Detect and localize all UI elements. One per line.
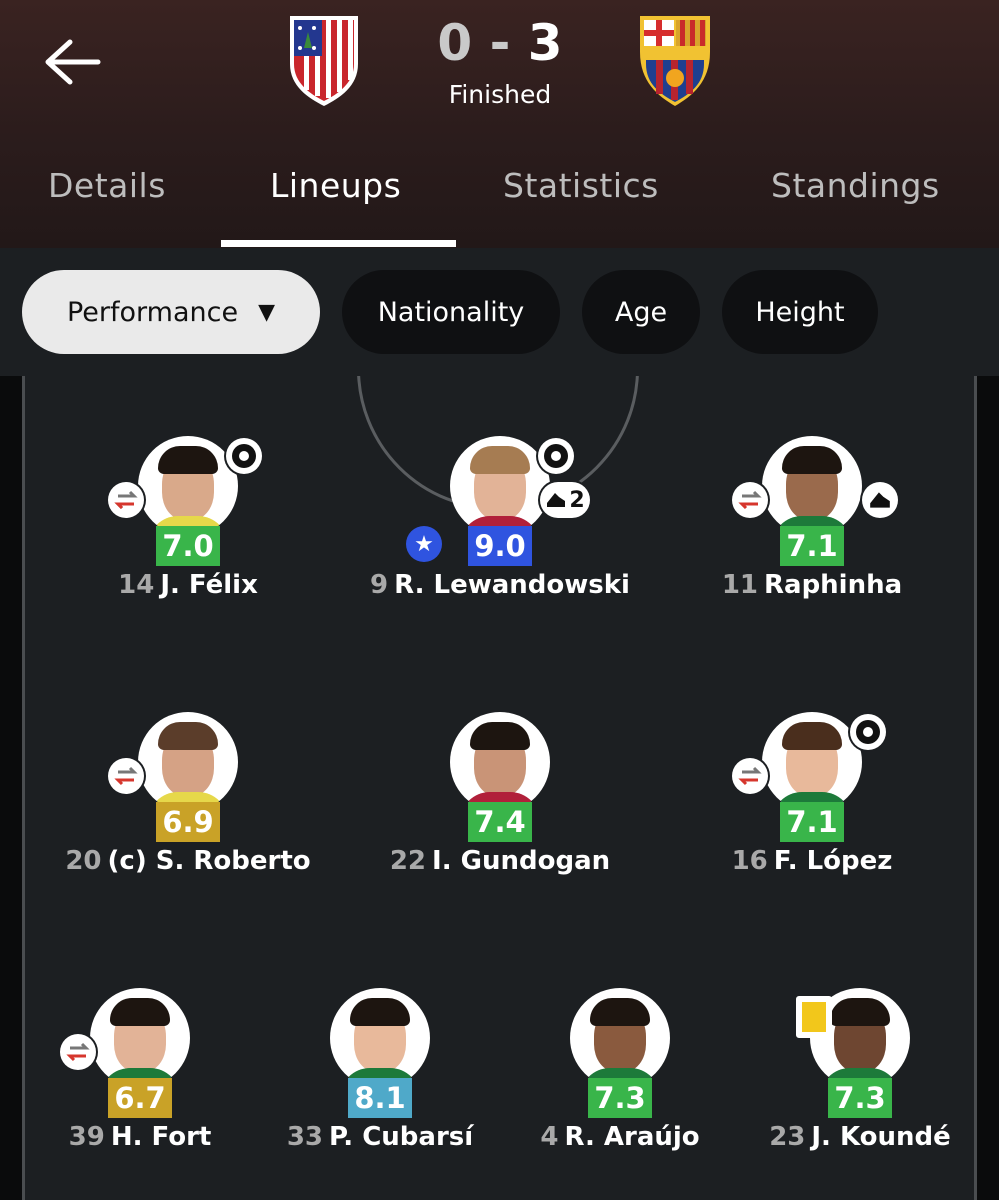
rating-badge: 7.0 (156, 526, 220, 566)
assist-count: 2 (569, 487, 585, 513)
substitution-icon (732, 482, 768, 518)
rating-badge: 6.9 (156, 802, 220, 842)
match-status: Finished (448, 80, 552, 109)
goal-icon (226, 438, 262, 474)
shirt-number: 23 (769, 1122, 806, 1152)
arrow-left-icon (45, 39, 101, 85)
tab-statistics[interactable]: Statistics (503, 166, 659, 205)
player-name: R. Araújo (564, 1122, 700, 1152)
tab-lineups[interactable]: Lineups (270, 166, 401, 205)
assist-boot-icon (862, 482, 898, 518)
player-card-gundogan[interactable]: 7.4 22 I. Gundogan (380, 712, 620, 882)
age-filter-chip[interactable]: Age (582, 270, 700, 354)
lineup-pitch: 7.0 14 J. Félix 2 ★ 9.0 9 R. Lewandowski 7… (0, 376, 999, 1200)
atletico-crest-icon[interactable] (284, 12, 364, 108)
player-avatar (138, 712, 238, 812)
player-avatar (570, 988, 670, 1088)
shirt-number: 14 (118, 570, 155, 600)
tab-standings[interactable]: Standings (771, 166, 940, 205)
height-filter-chip[interactable]: Height (722, 270, 878, 354)
player-card-lewandowski[interactable]: 2 ★ 9.0 9 R. Lewandowski (370, 436, 630, 606)
nationality-filter-chip[interactable]: Nationality (342, 270, 560, 354)
back-button[interactable] (40, 34, 104, 90)
player-name: I. Gundogan (432, 846, 611, 876)
performance-filter-dropdown[interactable]: Performance ▼ (22, 270, 320, 354)
player-card-lopez[interactable]: 7.1 16 F. López (692, 712, 932, 882)
player-card-roberto[interactable]: 6.9 20 (c) S. Roberto (65, 712, 311, 882)
caret-down-icon: ▼ (258, 299, 276, 325)
star-icon: ★ (406, 526, 442, 562)
score-separator: - (489, 14, 511, 72)
player-avatar (450, 712, 550, 812)
player-avatar (138, 436, 238, 536)
rating-badge: 9.0 (468, 526, 532, 566)
player-name: (c) S. Roberto (107, 846, 311, 876)
match-header: 0 - 3 Finished Details Lineups Statistic… (0, 0, 999, 248)
rating-badge: 7.1 (780, 526, 844, 566)
player-card-felix[interactable]: 7.0 14 J. Félix (68, 436, 308, 606)
filter-bar: Performance ▼ Nationality Age Height (0, 248, 999, 376)
player-name: J. Félix (160, 570, 258, 600)
player-name-label: 20 (c) S. Roberto (28, 846, 348, 876)
shirt-number: 20 (65, 846, 102, 876)
home-score: 0 (437, 14, 473, 72)
player-name: P. Cubarsí (329, 1122, 474, 1152)
yellow-card-icon (796, 996, 832, 1038)
rating-badge: 7.4 (468, 802, 532, 842)
player-avatar (450, 436, 550, 536)
assist-boot-icon: 2 (540, 482, 590, 518)
rating-badge: 6.7 (108, 1078, 172, 1118)
player-name: Raphinha (764, 570, 903, 600)
performance-filter-label: Performance (66, 296, 239, 328)
pitch-border-right (977, 376, 999, 1200)
substitution-icon (108, 758, 144, 794)
rating-badge: 8.1 (348, 1078, 412, 1118)
player-name: H. Fort (110, 1122, 212, 1152)
active-tab-indicator (221, 240, 456, 247)
player-name-label: 22 I. Gundogan (340, 846, 660, 876)
player-avatar (330, 988, 430, 1088)
shirt-number: 4 (540, 1122, 559, 1152)
goal-icon (850, 714, 886, 750)
player-avatar (90, 988, 190, 1088)
pitch-border-left (0, 376, 22, 1200)
tab-bar: Details Lineups Statistics Standings (0, 150, 999, 248)
substitution-icon (60, 1034, 96, 1070)
rating-badge: 7.3 (588, 1078, 652, 1118)
shirt-number: 22 (389, 846, 427, 876)
shirt-number: 16 (731, 846, 768, 876)
goal-icon (538, 438, 574, 474)
rating-badge: 7.1 (780, 802, 844, 842)
player-name-label: 16 F. López (652, 846, 972, 876)
shirt-number: 39 (68, 1122, 105, 1152)
score: 0 - 3 (420, 14, 580, 72)
tab-details[interactable]: Details (48, 166, 166, 205)
player-card-kounde[interactable]: 7.3 23 J. Koundé (740, 988, 980, 1158)
player-of-match-star: ★ (414, 531, 434, 557)
away-score: 3 (527, 14, 563, 72)
player-card-raphinha[interactable]: 7.1 11 Raphinha (692, 436, 932, 606)
player-name: J. Koundé (811, 1122, 951, 1152)
shirt-number: 9 (370, 570, 389, 600)
substitution-icon (108, 482, 144, 518)
player-name: F. López (773, 846, 893, 876)
barcelona-crest-icon[interactable] (630, 12, 720, 108)
substitution-icon (732, 758, 768, 794)
shirt-number: 11 (721, 570, 758, 600)
player-name-label: 11 Raphinha (652, 570, 972, 600)
player-name-label: 9 R. Lewandowski (340, 570, 660, 600)
player-name-label: 23 J. Koundé (700, 1122, 999, 1152)
rating-badge: 7.3 (828, 1078, 892, 1118)
player-avatar (762, 712, 862, 812)
shirt-number: 33 (286, 1122, 323, 1152)
player-name-label: 14 J. Félix (28, 570, 348, 600)
player-avatar (762, 436, 862, 536)
player-name: R. Lewandowski (394, 570, 630, 600)
